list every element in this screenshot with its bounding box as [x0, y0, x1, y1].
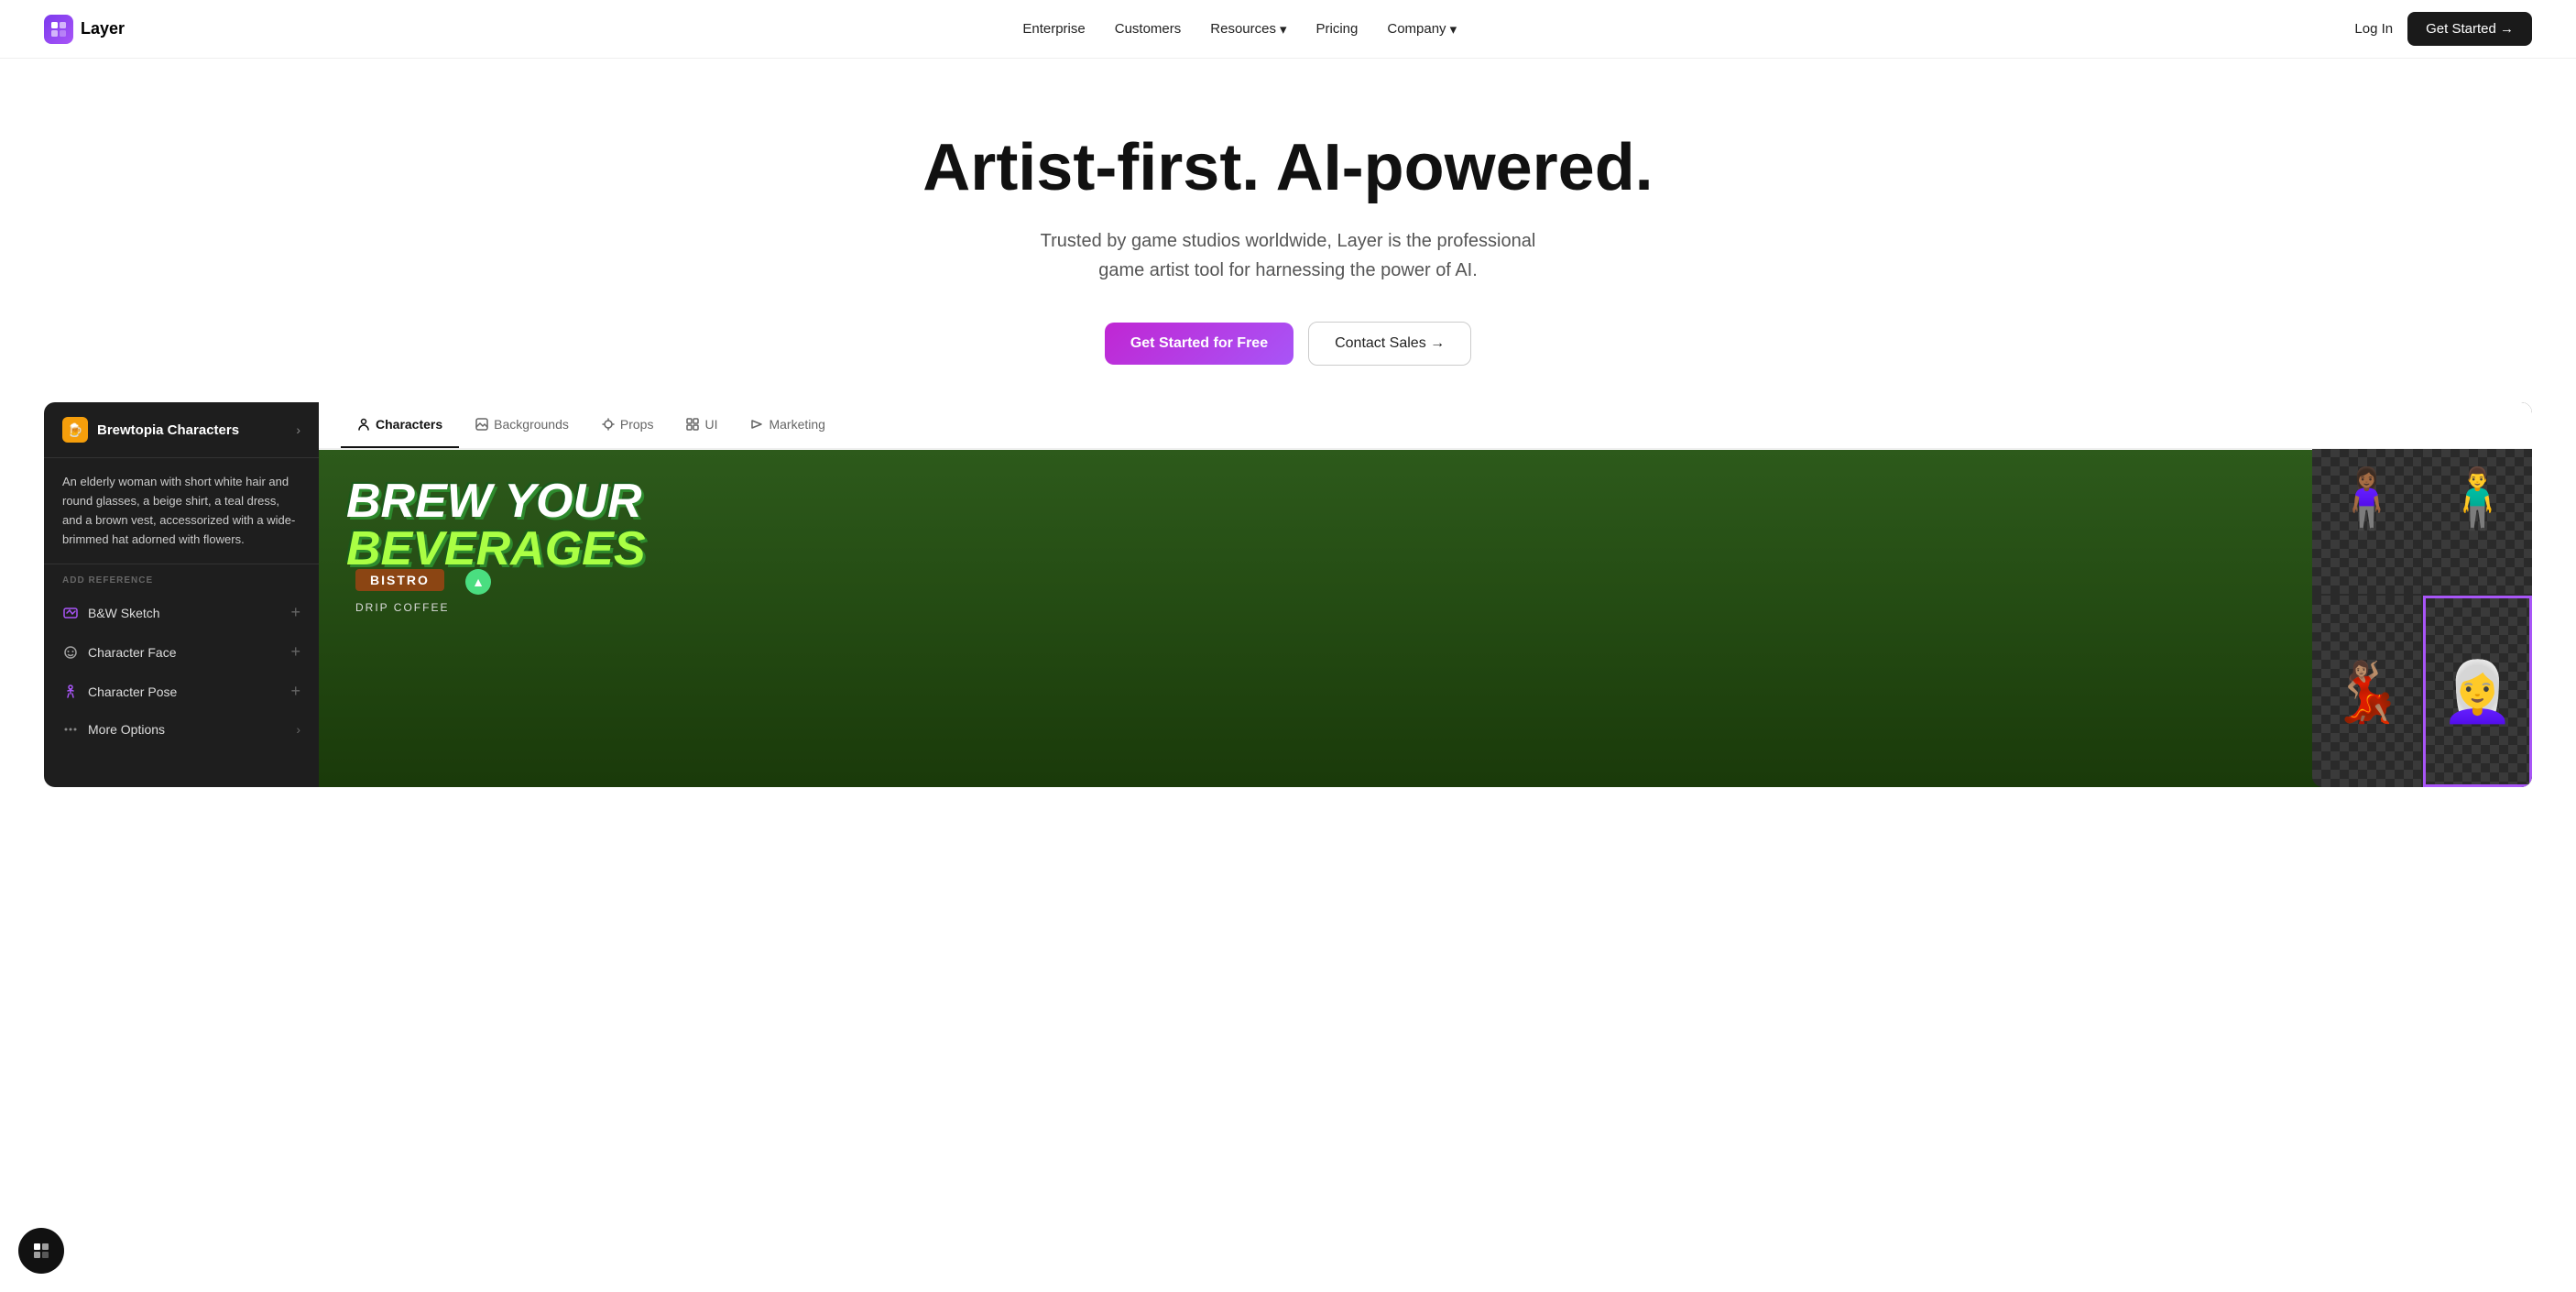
contact-sales-button[interactable]: Contact Sales → [1308, 322, 1471, 366]
nav-pricing[interactable]: Pricing [1316, 21, 1359, 37]
sidebar-item-bw-sketch[interactable]: B&W Sketch + [44, 593, 319, 632]
sketch-icon [62, 605, 79, 621]
game-nav-arrow-icon[interactable]: ▲ [465, 569, 491, 595]
bottom-circle-button[interactable] [18, 1228, 64, 1274]
character-4-icon: 👩‍🦳 [2441, 662, 2515, 721]
game-area: BREW YOURBEVERAGES BISTRO ▲ DRIP COFFEE … [319, 450, 2532, 787]
nav-resources[interactable]: Resources ▾ [1210, 21, 1286, 38]
navigation: Layer Enterprise Customers Resources ▾ P… [0, 0, 2576, 59]
game-title: BREW YOURBEVERAGES [346, 477, 646, 573]
tab-props[interactable]: Props [585, 402, 671, 448]
character-cell-3[interactable]: 💃🏽 [2312, 596, 2421, 787]
character-3-icon: 💃🏽 [2330, 662, 2404, 721]
tab-marketing[interactable]: Marketing [734, 402, 841, 448]
character-pose-label: Character Pose [88, 684, 177, 699]
add-character-face-icon[interactable]: + [290, 642, 300, 662]
character-2-icon: 🧍‍♂️ [2441, 469, 2515, 528]
project-icon: 🍺 [62, 417, 88, 443]
sidebar-panel: 🍺 Brewtopia Characters › An elderly woma… [44, 402, 319, 787]
nav-customers[interactable]: Customers [1115, 21, 1182, 37]
sidebar-description: An elderly woman with short white hair a… [44, 458, 319, 564]
chevron-down-icon: ▾ [1280, 21, 1287, 38]
add-character-pose-icon[interactable]: + [290, 682, 300, 701]
game-coffee-label: DRIP COFFEE [355, 601, 449, 614]
nav-enterprise[interactable]: Enterprise [1022, 21, 1085, 37]
hero-cta-group: Get Started for Free Contact Sales → [44, 322, 2532, 366]
sidebar-item-character-pose[interactable]: Character Pose + [44, 672, 319, 711]
hero-subtitle: Trusted by game studios worldwide, Layer… [44, 226, 2532, 285]
nav-actions: Log In Get Started → [2354, 12, 2532, 46]
main-content: Characters Backgrounds Props [319, 402, 2532, 787]
tab-ui[interactable]: UI [670, 402, 734, 448]
nav-links: Enterprise Customers Resources ▾ Pricing… [1022, 21, 1457, 38]
character-1-icon: 🧍🏾‍♀️ [2330, 469, 2404, 528]
add-bw-sketch-icon[interactable]: + [290, 603, 300, 622]
logo-text: Layer [81, 19, 125, 38]
more-icon [62, 721, 79, 738]
logo-icon [44, 15, 73, 44]
character-cell-4[interactable]: 👩‍🦳 [2423, 596, 2532, 787]
more-options-chevron-icon: › [296, 722, 300, 737]
demo-area: 🍺 Brewtopia Characters › An elderly woma… [44, 402, 2532, 787]
sidebar-header: 🍺 Brewtopia Characters › [44, 402, 319, 458]
game-location-badge: BISTRO [355, 569, 444, 591]
hero-title: Artist-first. AI-powered. [44, 132, 2532, 204]
sidebar-item-character-face[interactable]: Character Face + [44, 632, 319, 672]
get-started-free-button[interactable]: Get Started for Free [1105, 323, 1293, 365]
login-button[interactable]: Log In [2354, 21, 2393, 37]
project-name: Brewtopia Characters [97, 422, 239, 438]
add-reference-label: ADD REFERENCE [44, 564, 319, 593]
sidebar-header-left: 🍺 Brewtopia Characters [62, 417, 239, 443]
tab-backgrounds[interactable]: Backgrounds [459, 402, 585, 448]
sidebar-item-more-options[interactable]: More Options › [44, 711, 319, 748]
pose-icon [62, 684, 79, 700]
face-icon [62, 644, 79, 661]
tabs-bar: Characters Backgrounds Props [319, 402, 2532, 449]
character-face-label: Character Face [88, 645, 176, 660]
chevron-down-icon: ▾ [1450, 21, 1457, 38]
sidebar-chevron-icon[interactable]: › [296, 422, 300, 437]
character-grid-panel: 🧍🏾‍♀️ 🧍‍♂️ 💃🏽 👩‍🦳 [2312, 402, 2532, 787]
nav-company[interactable]: Company ▾ [1387, 21, 1457, 38]
bw-sketch-label: B&W Sketch [88, 606, 160, 620]
logo[interactable]: Layer [44, 15, 125, 44]
more-options-label: More Options [88, 722, 165, 737]
hero-section: Artist-first. AI-powered. Trusted by gam… [0, 59, 2576, 402]
get-started-nav-button[interactable]: Get Started → [2407, 12, 2532, 46]
tab-characters[interactable]: Characters [341, 402, 459, 448]
